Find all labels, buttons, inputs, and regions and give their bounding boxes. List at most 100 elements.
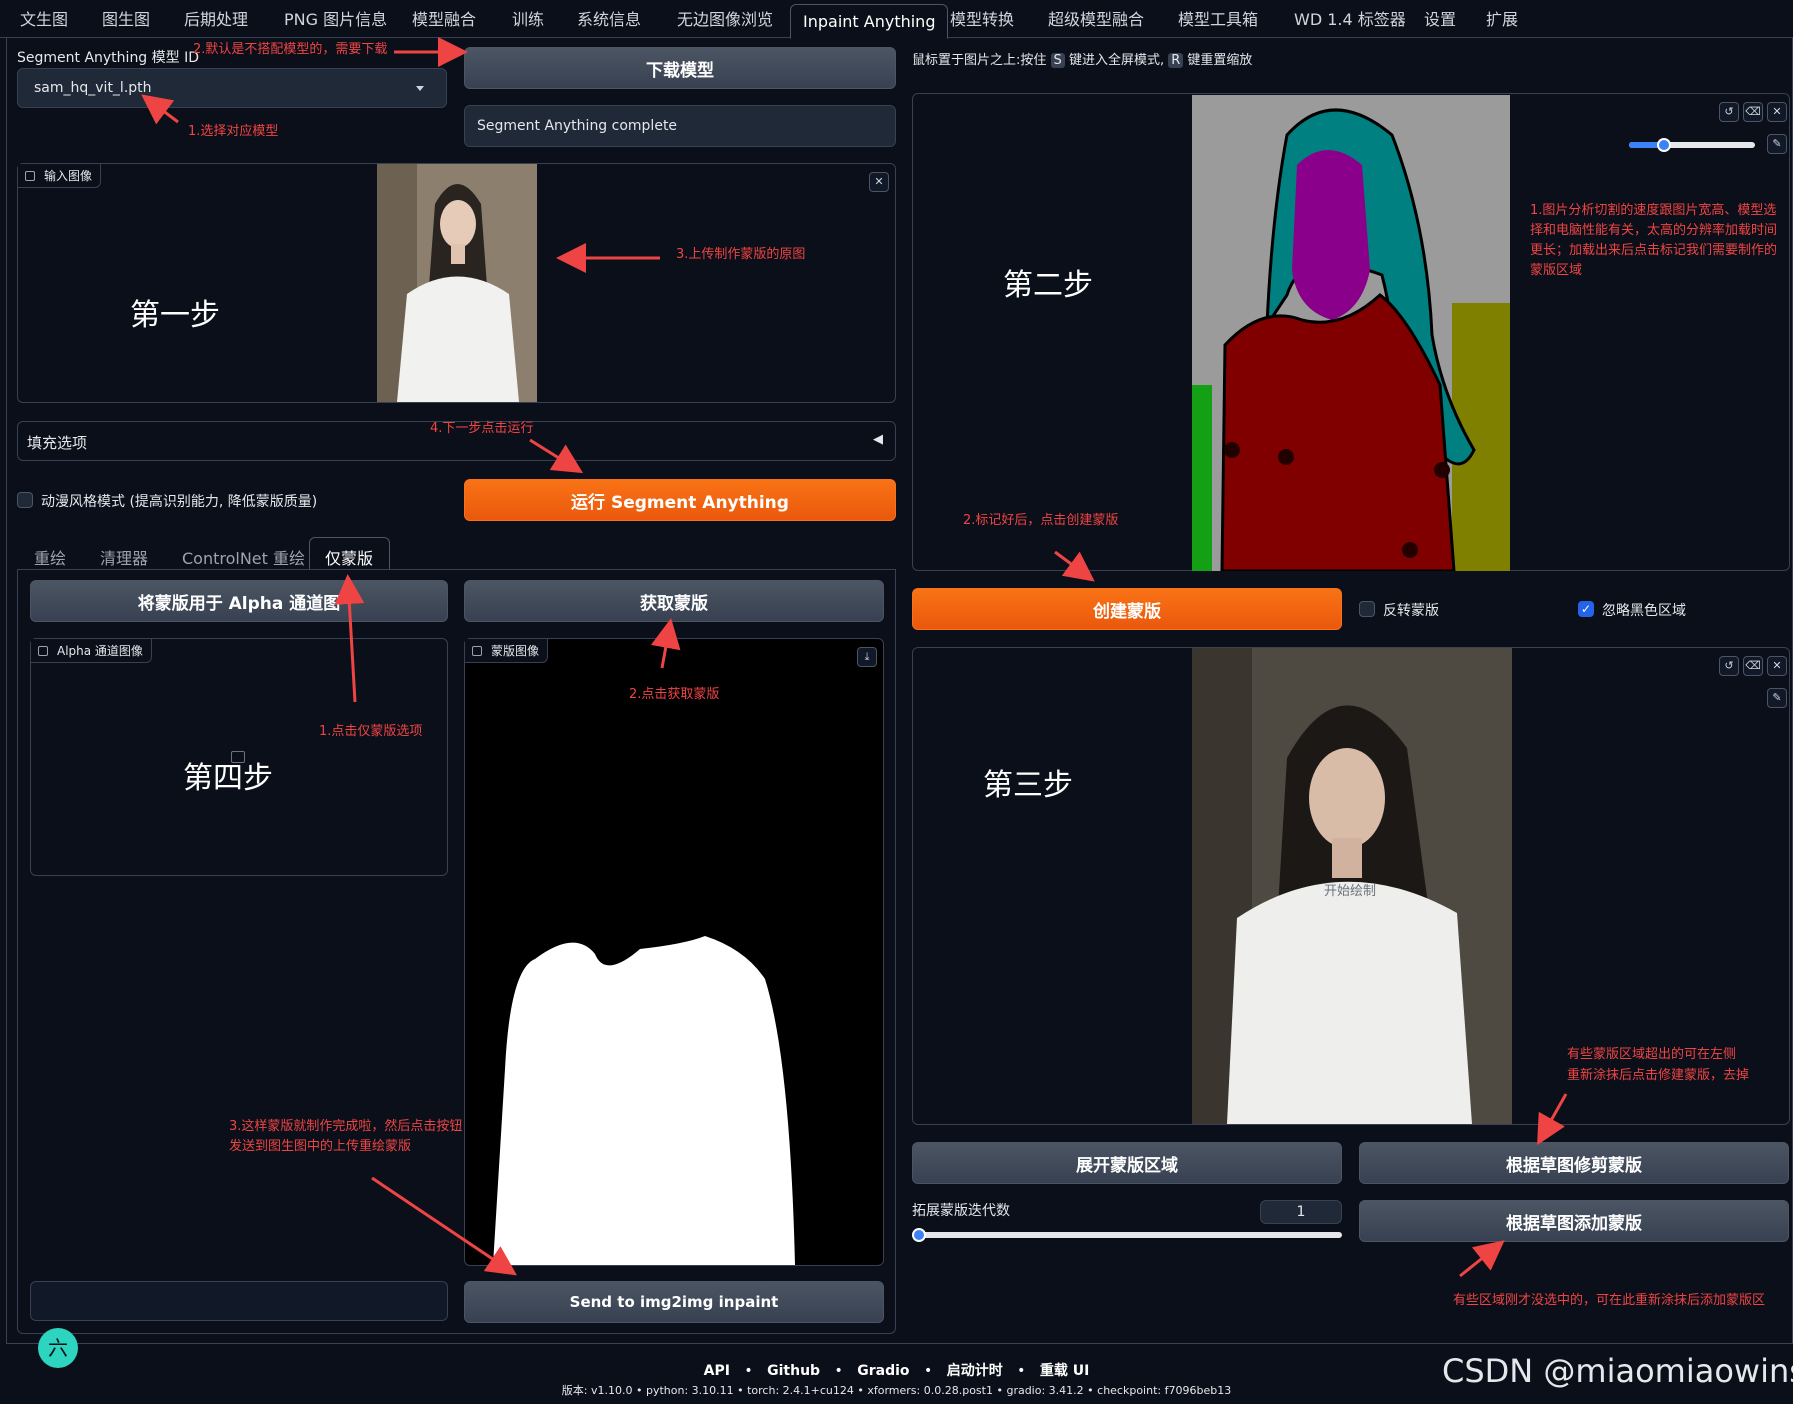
annotation-get-mask: 2.点击获取蒙版 — [629, 687, 720, 702]
csdn-watermark: CSDN @miaomiaowins — [1442, 1352, 1793, 1390]
hint-key-r: R — [1168, 53, 1184, 68]
tab-system-info[interactable]: 系统信息 — [565, 0, 653, 38]
add-mask-button[interactable]: 根据草图添加蒙版 — [1359, 1200, 1789, 1242]
annotation-run: 4.下一步点击运行 — [430, 421, 534, 436]
undo-icon[interactable]: ↺ — [1719, 656, 1739, 676]
mask-image-panel[interactable]: 蒙版图像 ⤓ — [464, 638, 884, 1266]
fill-options-label: 填充选项 — [27, 434, 88, 452]
tab-wd-tagger[interactable]: WD 1.4 标签器 — [1282, 0, 1418, 38]
anime-mode-checkbox[interactable] — [17, 492, 33, 508]
annotation-trim-line1: 有些蒙版区域超出的可在左侧 — [1567, 1047, 1737, 1062]
annotation-analysis-line3: 更长；加载出来后点击标记我们需要制作的 — [1530, 243, 1778, 258]
undo-icon[interactable]: ↺ — [1719, 102, 1739, 122]
subtab-inpaint[interactable]: 重绘 — [34, 545, 66, 569]
step4-label: 第四步 — [183, 761, 273, 796]
close-icon[interactable]: ✕ — [1767, 102, 1787, 122]
alpha-image-panel[interactable]: Alpha 通道图像 第四步 — [30, 638, 448, 876]
input-image-label-text: 输入图像 — [44, 169, 93, 183]
mask-shape — [493, 936, 795, 1265]
input-photo — [377, 164, 537, 402]
annotation-add-mask: 有些区域刚才没选中的，可在此重新涂抹后添加蒙版区 — [1453, 1293, 1766, 1308]
input-image-panel[interactable]: 输入图像 ✕ 第一步 — [17, 163, 896, 403]
create-mask-button[interactable]: 创建蒙版 — [912, 588, 1342, 630]
invert-mask-checkbox[interactable] — [1359, 601, 1375, 617]
input-image-label: 输入图像 — [18, 164, 102, 188]
step1-label: 第一步 — [130, 298, 220, 333]
tab-img2img[interactable]: 图生图 — [90, 0, 162, 38]
iterations-label: 拓展蒙版迭代数 — [912, 1203, 1010, 1219]
send-to-img2img-button[interactable]: Send to img2img inpaint — [464, 1281, 884, 1323]
tab-merge[interactable]: 模型融合 — [400, 0, 488, 38]
model-id-value: sam_hq_vit_l.pth — [34, 80, 152, 96]
iterations-slider[interactable] — [916, 1232, 1342, 1238]
subtab-cleaner[interactable]: 清理器 — [100, 545, 148, 569]
annotation-trim-line2: 重新涂抹后点击修建蒙版，去掉 — [1567, 1068, 1750, 1083]
tab-settings[interactable]: 设置 — [1412, 0, 1468, 38]
tab-super-merge[interactable]: 超级模型融合 — [1036, 0, 1156, 38]
close-icon[interactable]: ✕ — [1767, 656, 1787, 676]
ignore-black-checkbox[interactable]: ✓ — [1578, 601, 1594, 617]
hint-suffix: 键重置缩放 — [1187, 53, 1253, 68]
annotation-send-line1: 3.这样蒙版就制作完成啦，然后点击按钮 — [229, 1119, 463, 1134]
annotation-analysis-line2: 择和电脑性能有关，太高的分辨率加载时间 — [1530, 223, 1778, 238]
brush-icon[interactable]: ✎ — [1767, 134, 1787, 154]
top-tab-bar: 文生图 图生图 后期处理 PNG 图片信息 模型融合 训练 系统信息 无边图像浏… — [0, 0, 1793, 39]
tab-png-info[interactable]: PNG 图片信息 — [272, 0, 399, 38]
step3-label: 第三步 — [983, 768, 1073, 803]
footer-link-api[interactable]: API — [704, 1363, 730, 1379]
alpha-image-label: Alpha 通道图像 — [31, 639, 152, 663]
alpha-image-label-text: Alpha 通道图像 — [57, 644, 143, 658]
get-mask-button[interactable]: 获取蒙版 — [464, 580, 884, 622]
subtab-controlnet[interactable]: ControlNet 重绘 — [182, 545, 305, 569]
tab-extensions[interactable]: 扩展 — [1474, 0, 1530, 38]
footer-link-reload-ui[interactable]: 重载 UI — [1040, 1363, 1089, 1379]
iterations-slider-knob[interactable] — [912, 1228, 926, 1242]
annotation-analysis-line4: 蒙版区域 — [1530, 263, 1583, 278]
trim-mask-button[interactable]: 根据草图修剪蒙版 — [1359, 1142, 1789, 1184]
footer-link-startup-profile[interactable]: 启动计时 — [947, 1363, 1003, 1379]
sketch-photo: 开始绘制 — [1192, 648, 1512, 1124]
tab-model-toolkit[interactable]: 模型工具箱 — [1166, 0, 1270, 38]
status-textbox: Segment Anything complete — [464, 105, 896, 147]
annotation-analysis-line1: 1.图片分析切割的速度跟图片宽高、模型选 — [1530, 203, 1777, 218]
model-id-label: Segment Anything 模型 ID — [17, 50, 200, 66]
invert-mask-label: 反转蒙版 — [1383, 603, 1439, 619]
step2-label: 第二步 — [1003, 268, 1093, 303]
download-model-button[interactable]: 下载模型 — [464, 47, 896, 89]
tab-image-browser[interactable]: 无边图像浏览 — [665, 0, 785, 38]
ignore-black-label: 忽略黑色区域 — [1602, 603, 1686, 619]
run-segment-anything-button[interactable]: 运行 Segment Anything — [464, 479, 896, 521]
eraser-icon[interactable]: ⌫ — [1743, 102, 1763, 122]
anime-mode-label: 动漫风格模式 (提高识别能力, 降低蒙版质量) — [41, 494, 318, 510]
brush-icon[interactable]: ✎ — [1767, 688, 1787, 708]
annotation-upload: 3.上传制作蒙版的原图 — [676, 247, 806, 262]
tab-inpaint-anything[interactable]: Inpaint Anything — [790, 4, 949, 39]
expand-mask-button[interactable]: 展开蒙版区域 — [912, 1142, 1342, 1184]
empty-field — [30, 1281, 448, 1321]
annotation-download: 2.默认是不搭配模型的，需要下载 — [193, 42, 388, 57]
draw-hint: 开始绘制 — [1324, 884, 1377, 899]
collapse-triangle-icon: ◀ — [873, 432, 883, 447]
footer-link-github[interactable]: Github — [767, 1363, 820, 1379]
chevron-down-icon — [416, 86, 424, 91]
tab-extras[interactable]: 后期处理 — [172, 0, 260, 38]
segmentation-canvas[interactable]: ↺ ⌫ ✕ ✎ 第二步 — [912, 93, 1790, 571]
annotation-send-line2: 发送到图生图中的上传重绘蒙版 — [229, 1139, 412, 1154]
eraser-icon[interactable]: ⌫ — [1743, 656, 1763, 676]
model-id-dropdown[interactable]: sam_hq_vit_l.pth — [17, 68, 447, 108]
tab-model-convert[interactable]: 模型转换 — [938, 0, 1026, 38]
alpha-channel-button[interactable]: 将蒙版用于 Alpha 通道图 — [30, 580, 448, 622]
tab-train[interactable]: 训练 — [500, 0, 556, 38]
hint-key-s: S — [1050, 53, 1065, 68]
portrait-illustration — [377, 164, 537, 402]
footer-link-gradio[interactable]: Gradio — [857, 1363, 909, 1379]
hint-prefix: 鼠标置于图片之上:按住 — [912, 53, 1047, 68]
brush-size-knob[interactable] — [1657, 138, 1671, 152]
close-icon[interactable]: ✕ — [869, 172, 889, 192]
annotation-select-model: 1.选择对应模型 — [188, 124, 279, 139]
iterations-input[interactable]: 1 — [1260, 1200, 1342, 1224]
segmentation-map — [1192, 95, 1510, 571]
subtab-mask-only[interactable]: 仅蒙版 — [325, 545, 373, 569]
avatar[interactable]: 六 — [38, 1328, 78, 1368]
tab-txt2img[interactable]: 文生图 — [8, 0, 80, 38]
